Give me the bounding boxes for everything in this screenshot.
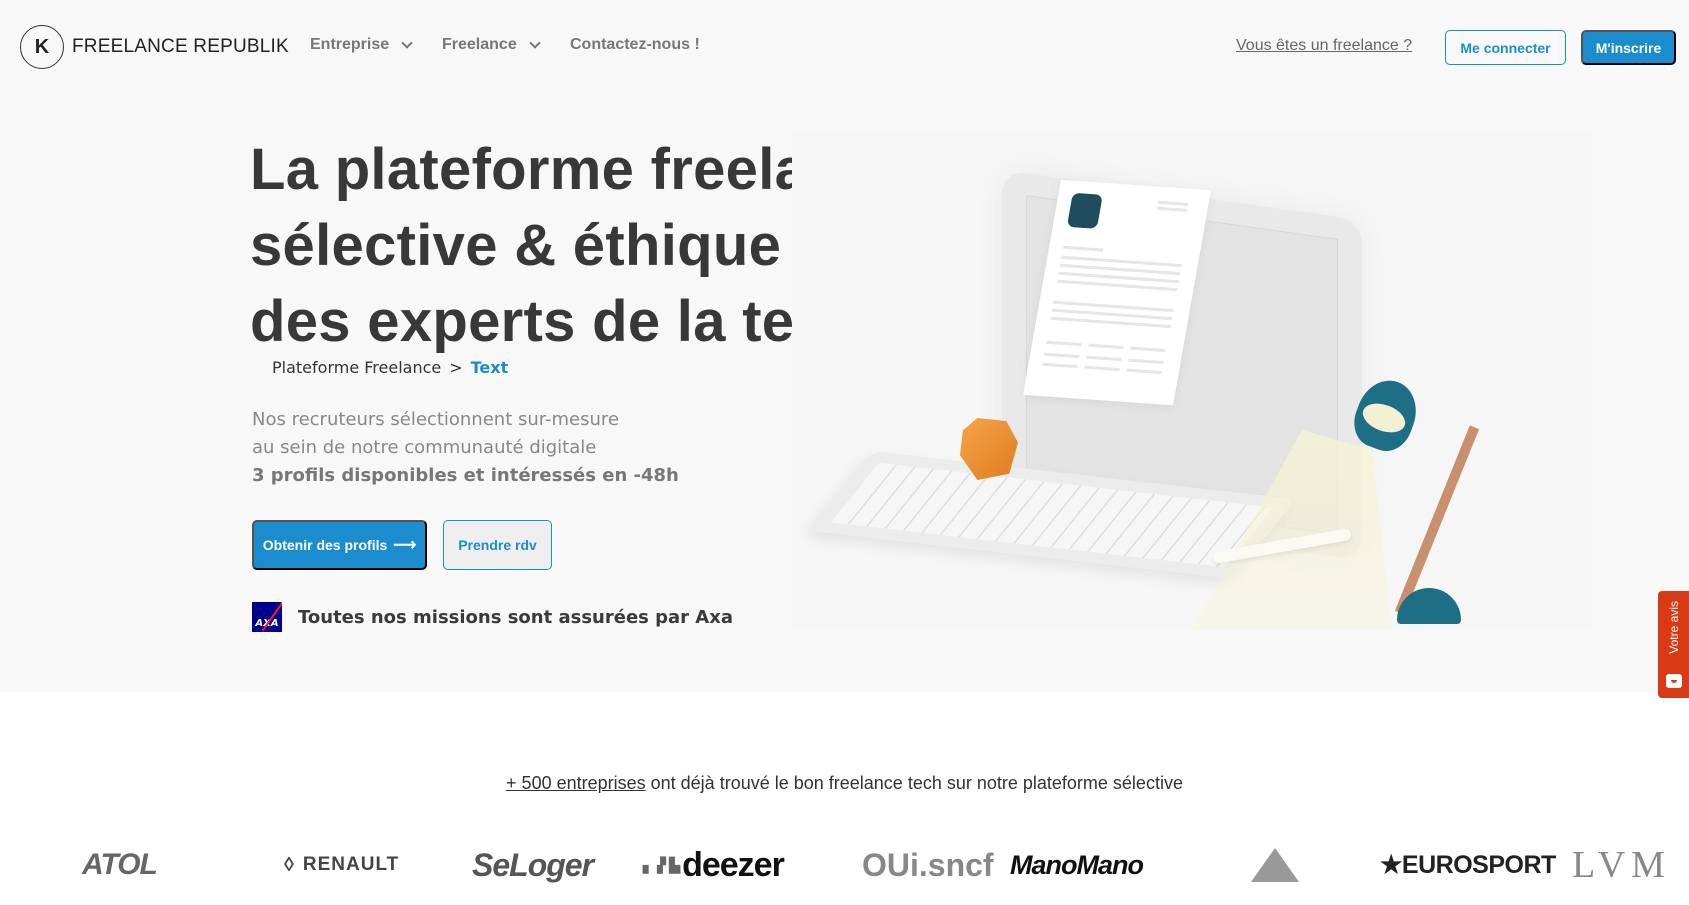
leroy-merlin-triangle-icon (1251, 848, 1299, 882)
description-line: Nos recruteurs sélectionnent sur-mesure (252, 409, 619, 430)
chat-smiley-icon (1665, 674, 1682, 688)
signup-button[interactable]: M'inscrire (1581, 30, 1676, 65)
nav-item-freelance[interactable]: Freelance (442, 36, 541, 54)
nav-item-entreprise[interactable]: Entreprise (310, 36, 413, 54)
renault-diamond-icon: ◊ (284, 853, 295, 876)
logo-ouisncf: OUi.sncf (862, 846, 994, 883)
breadcrumb-separator: > (449, 358, 463, 377)
nav-item-label: Contactez-nous ! (570, 36, 700, 53)
insurance-notice: AXA Toutes nos missions sont assurées pa… (252, 602, 733, 632)
nav-item-label: Freelance (442, 36, 517, 53)
tagline-text: ont déjà trouvé le bon freelance tech su… (645, 773, 1183, 793)
logo-leroymerlin (1250, 840, 1300, 890)
logo-renault: ◊ RENAULT (284, 853, 400, 876)
social-proof-tagline: + 500 entreprises ont déjà trouvé le bon… (0, 773, 1689, 794)
nav-item-contact[interactable]: Contactez-nous ! (570, 36, 700, 54)
breadcrumb: Plateforme Freelance > Text (272, 358, 508, 377)
description-line: au sein de notre communauté digitale (252, 437, 597, 458)
get-profiles-button[interactable]: Obtenir des profils ⟶ (252, 520, 427, 570)
freelance-link[interactable]: Vous êtes un freelance ? (1236, 37, 1412, 55)
profile-avatar (1066, 192, 1103, 229)
logo-deezer: ▖▗▘▙ deezer (643, 845, 785, 884)
book-meeting-button[interactable]: Prendre rdv (443, 520, 552, 570)
logo-manomano: ManoMano (1010, 849, 1144, 880)
logo-mark-icon: K (20, 25, 64, 69)
logo-seloger: SeLoger (472, 846, 594, 883)
nav-item-label: Entreprise (310, 36, 390, 53)
feedback-tab[interactable]: Votre avis (1658, 591, 1689, 698)
insurance-text: Toutes nos missions sont assurées par Ax… (298, 606, 733, 628)
breadcrumb-parent[interactable]: Plateforme Freelance (272, 358, 441, 377)
top-nav: K FREELANCE REPUBLIK Entreprise Freelanc… (0, 0, 1689, 94)
star-icon: ★ (1380, 851, 1402, 879)
breadcrumb-current: Text (470, 358, 509, 377)
arrow-right-icon: ⟶ (393, 537, 417, 554)
companies-link[interactable]: + 500 entreprises (506, 773, 646, 793)
deezer-bars-icon: ▖▗▘▙ (643, 856, 680, 873)
logo-eurosport: ★ EUROSPORT (1380, 850, 1556, 880)
brand-name: FREELANCE REPUBLIK (72, 36, 289, 57)
brand-logo[interactable]: K FREELANCE REPUBLIK (20, 25, 289, 69)
logo-atol: ATOL (82, 848, 158, 881)
chevron-down-icon (529, 37, 541, 49)
lamp-arm-illustration (1394, 425, 1480, 615)
client-logos: ATOL ◊ RENAULT SeLoger ▖▗▘▙ deezer OUi.snc… (0, 840, 1689, 890)
feedback-label: Votre avis (1666, 601, 1681, 654)
logo-lvmh: LVM (1572, 844, 1671, 886)
axa-logo-icon: AXA (252, 602, 282, 632)
button-label: Obtenir des profils (262, 537, 388, 553)
description-highlight: 3 profils disponibles et intéressés en -… (252, 465, 679, 486)
chevron-down-icon (401, 37, 413, 49)
hero-description: Nos recruteurs sélectionnent sur-mesure … (252, 406, 679, 490)
login-button[interactable]: Me connecter (1445, 30, 1566, 65)
hero-illustration (792, 130, 1592, 630)
